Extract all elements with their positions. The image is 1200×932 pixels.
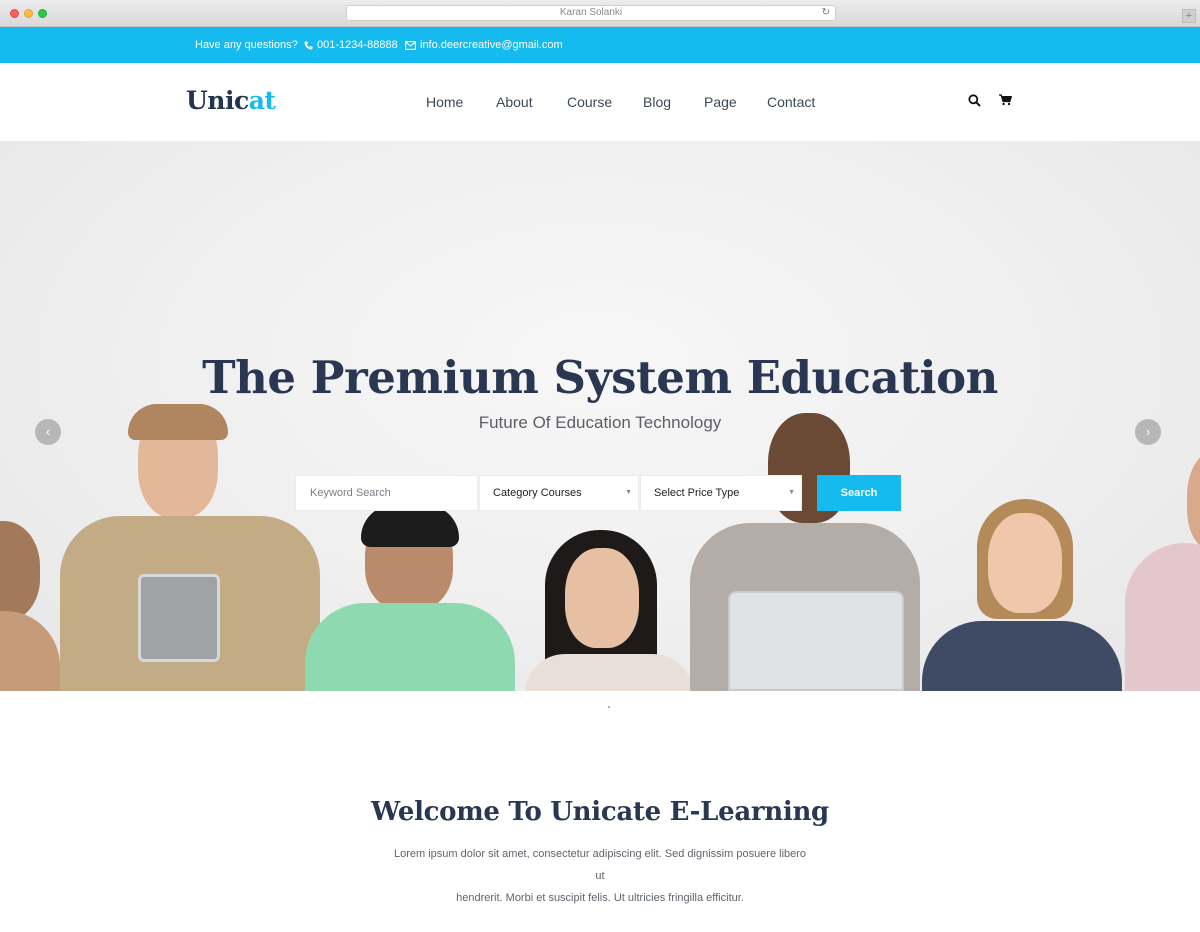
slider-pager-dot[interactable] bbox=[608, 706, 610, 708]
hero-subtitle: Future Of Education Technology bbox=[478, 413, 722, 432]
chevron-down-icon: ▼ bbox=[625, 489, 632, 496]
welcome-text-line-2: hendrerit. Morbi et suscipit felis. Ut u… bbox=[456, 892, 744, 904]
logo-accent-text: at bbox=[248, 86, 276, 115]
phone-link[interactable]: 001-1234-88888 bbox=[304, 39, 398, 51]
search-icon[interactable] bbox=[968, 94, 981, 107]
browser-chrome: Karan Solanki ↻ + bbox=[0, 0, 1200, 27]
category-select-value: Category Courses bbox=[493, 487, 582, 499]
address-bar-text: Karan Solanki bbox=[559, 7, 623, 18]
nav-item-about[interactable]: About bbox=[496, 94, 533, 110]
logo-main-text: Unic bbox=[186, 86, 249, 115]
maximize-window-button[interactable] bbox=[38, 9, 47, 18]
cart-icon[interactable] bbox=[999, 94, 1012, 106]
new-tab-button[interactable]: + bbox=[1182, 9, 1196, 23]
minimize-window-button[interactable] bbox=[24, 9, 33, 18]
nav-item-course[interactable]: Course bbox=[567, 94, 612, 110]
search-button[interactable]: Search bbox=[817, 475, 901, 511]
phone-number: 001-1234-88888 bbox=[317, 39, 398, 51]
course-search-form: Keyword Search Category Courses ▼ Select… bbox=[295, 475, 901, 511]
close-window-button[interactable] bbox=[10, 9, 19, 18]
nav-item-page[interactable]: Page bbox=[704, 94, 737, 110]
category-select[interactable]: Category Courses ▼ bbox=[479, 475, 639, 511]
site-logo[interactable]: Unicat bbox=[186, 86, 276, 115]
email-address: info.deercreative@gmail.com bbox=[420, 39, 563, 51]
arrow-left-icon[interactable]: ‹ bbox=[35, 419, 61, 445]
email-link[interactable]: info.deercreative@gmail.com bbox=[405, 39, 563, 51]
nav-item-blog[interactable]: Blog bbox=[643, 94, 671, 110]
top-info-bar: Have any questions? 001-1234-88888 info.… bbox=[0, 27, 1200, 63]
welcome-title: Welcome To Unicate E-Learning bbox=[371, 797, 829, 827]
hero-slider: The Premium System Education Future Of E… bbox=[0, 141, 1200, 691]
question-text-wrap: Have any questions? bbox=[195, 39, 298, 51]
envelope-icon bbox=[405, 40, 416, 50]
address-bar[interactable]: Karan Solanki ↻ bbox=[346, 5, 836, 21]
welcome-text-line-1: Lorem ipsum dolor sit amet, consectetur … bbox=[393, 848, 807, 882]
price-type-select[interactable]: Select Price Type ▼ bbox=[640, 475, 802, 511]
reload-icon[interactable]: ↻ bbox=[822, 6, 830, 20]
question-text: Have any questions? bbox=[195, 39, 298, 51]
welcome-text: Lorem ipsum dolor sit amet, consectetur … bbox=[390, 843, 810, 909]
phone-icon bbox=[304, 40, 313, 49]
nav-item-contact[interactable]: Contact bbox=[767, 94, 815, 110]
hero-title: The Premium System Education bbox=[202, 351, 998, 404]
keyword-search-input[interactable]: Keyword Search bbox=[295, 475, 478, 511]
nav-item-home[interactable]: Home bbox=[426, 94, 463, 110]
chevron-down-icon: ▼ bbox=[788, 489, 795, 496]
price-type-select-value: Select Price Type bbox=[654, 487, 740, 499]
arrow-right-icon[interactable]: › bbox=[1135, 419, 1161, 445]
site-header: Unicat Home About Course Blog Page Conta… bbox=[0, 63, 1200, 141]
